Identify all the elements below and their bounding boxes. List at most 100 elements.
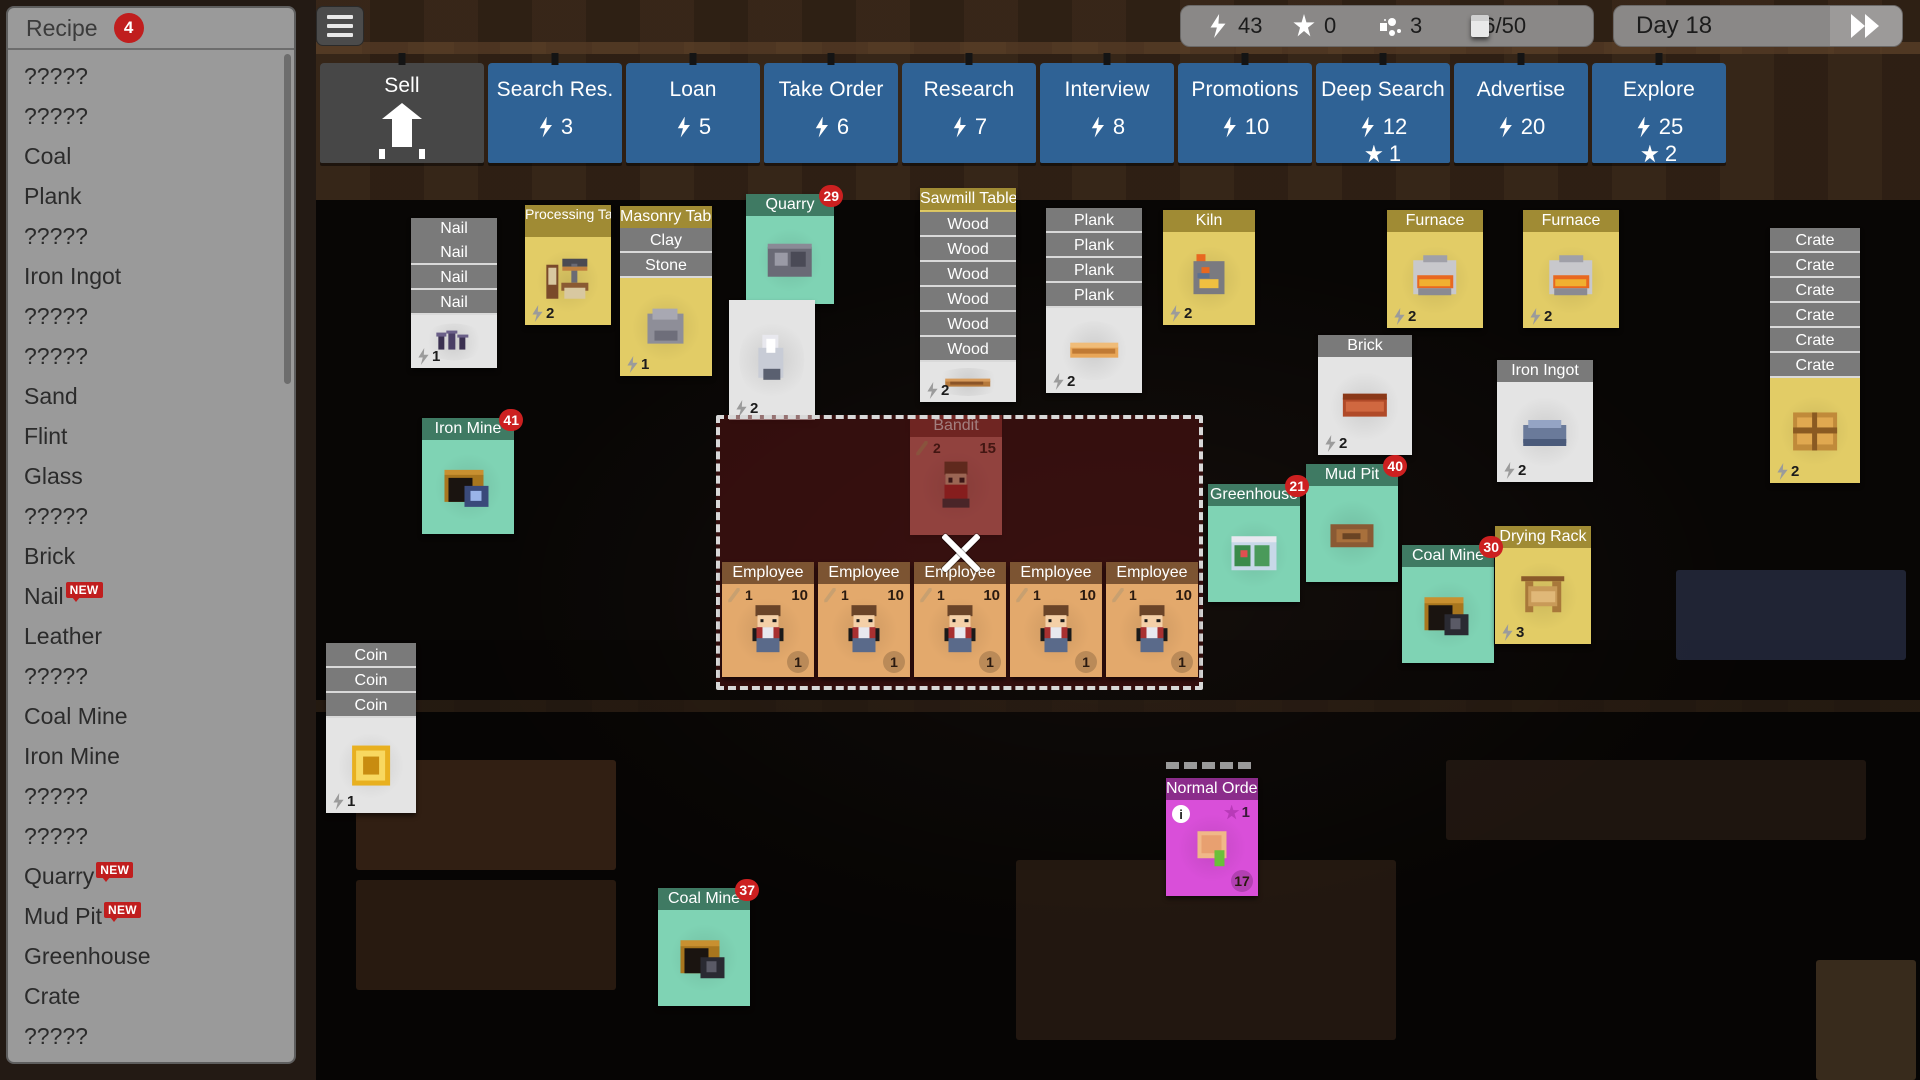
card-wood-stack[interactable]: Wood Wood Wood Wood Wood Wood 2 (920, 212, 1016, 402)
card-flint-card[interactable]: 2 (729, 300, 815, 420)
card-badge: 30 (1479, 536, 1503, 558)
card-nail-stack[interactable]: Nail Nail Nail Nail 1 (411, 218, 497, 368)
card-employee[interactable]: Employee 1 10 1 (722, 562, 814, 677)
recipe-item[interactable]: Greenhouse (24, 936, 294, 976)
card-stack-row[interactable]: Wood (920, 237, 1016, 262)
recipe-item[interactable]: Iron Mine (24, 736, 294, 776)
action-button-advertise[interactable]: Advertise 20 (1454, 63, 1588, 163)
card-stack-row[interactable]: Wood (920, 212, 1016, 237)
recipe-item[interactable]: Nail NEW (24, 576, 294, 616)
action-button-search-res[interactable]: Search Res. 3 (488, 63, 622, 163)
card-mud-pit[interactable]: 40 Mud Pit (1306, 455, 1407, 582)
card-coin-stack[interactable]: Coin Coin Coin 1 (326, 643, 416, 813)
menu-button[interactable] (316, 6, 364, 46)
card-coal-mine-2[interactable]: 37 Coal Mine (658, 879, 759, 1006)
card-stack-row[interactable]: Plank (1046, 283, 1142, 308)
action-button-deep-search[interactable]: Deep Search 12 1 (1316, 63, 1450, 166)
recipe-item[interactable]: ????? (24, 816, 294, 856)
recipe-item[interactable]: ????? (24, 216, 294, 256)
recipe-item[interactable]: Quarry NEW (24, 856, 294, 896)
recipe-item[interactable]: ????? (24, 656, 294, 696)
card-stack-row[interactable]: Crate (1770, 353, 1860, 378)
recipe-item[interactable]: Brick (24, 536, 294, 576)
card-stack-row[interactable]: Wood (920, 262, 1016, 287)
card-stack-row[interactable]: Crate (1770, 303, 1860, 328)
card-artwork (343, 736, 399, 795)
recipe-item[interactable]: Flint (24, 416, 294, 456)
card-stack-row[interactable]: Coin (326, 693, 416, 718)
recipe-item[interactable]: ????? (24, 56, 294, 96)
card-stack-row[interactable]: Crate (1770, 253, 1860, 278)
card-stack-row[interactable]: Crate (1770, 228, 1860, 253)
card-employee[interactable]: Employee 1 10 1 (818, 562, 910, 677)
recipe-item[interactable]: ????? (24, 96, 294, 136)
action-button-bar: Sell Search Res. 3 Loan 5 Take Order 6 Research… (320, 63, 1726, 166)
action-button-sell[interactable]: Sell (320, 63, 484, 163)
card-energy-cost: 3 (1500, 624, 1524, 641)
card-brick-card[interactable]: Brick 2 (1318, 335, 1412, 455)
card-greenhouse[interactable]: 21 Greenhouse (1208, 475, 1309, 602)
card-stack-row[interactable]: Plank (1046, 258, 1142, 283)
action-energy-value: 3 (560, 114, 574, 140)
recipe-item[interactable]: ????? (24, 336, 294, 376)
card-stack-row[interactable]: Coin (326, 668, 416, 693)
sidebar-scrollbar[interactable] (284, 54, 291, 384)
recipe-item[interactable]: ????? (24, 776, 294, 816)
fast-forward-button[interactable] (1830, 6, 1902, 46)
card-stack-row[interactable]: Wood (920, 337, 1016, 362)
card-stack-row[interactable]: Nail (411, 240, 497, 265)
card-stack-row[interactable]: Crate (1770, 328, 1860, 353)
action-button-explore[interactable]: Explore 25 2 (1592, 63, 1726, 166)
card-stack-row[interactable]: Coin (326, 643, 416, 668)
recipe-item[interactable]: Leather (24, 616, 294, 656)
recipe-item[interactable]: ????? (24, 496, 294, 536)
recipe-item[interactable]: ????? (24, 296, 294, 336)
card-employee[interactable]: Employee 1 10 1 (1010, 562, 1102, 677)
card-stack-row[interactable]: Plank (1046, 208, 1142, 233)
action-button-loan[interactable]: Loan 5 (626, 63, 760, 163)
card-body: 2 (1497, 382, 1593, 482)
card-kiln[interactable]: Kiln 2 (1163, 210, 1255, 325)
card-iron-ingot[interactable]: Iron Ingot 2 (1497, 360, 1593, 482)
card-body: 2 (1046, 308, 1142, 393)
action-button-interview[interactable]: Interview 8 (1040, 63, 1174, 163)
card-stack-row[interactable]: Plank (1046, 233, 1142, 258)
card-iron-mine-1[interactable]: 41 Iron Mine (422, 409, 523, 534)
card-crate-stack[interactable]: Crate Crate Crate Crate Crate Crate 2 (1770, 228, 1860, 483)
recipe-item[interactable]: ????? (24, 1016, 294, 1056)
card-stack-row[interactable]: Crate (1770, 278, 1860, 303)
card-furnace-2[interactable]: Furnace 2 (1523, 210, 1619, 328)
info-icon[interactable]: i (1172, 805, 1190, 823)
card-furnace-1[interactable]: Furnace 2 (1387, 210, 1483, 328)
card-drying-rack[interactable]: Drying Rack 3 (1495, 526, 1591, 644)
recipe-item[interactable]: Plank (24, 176, 294, 216)
card-plank-stack[interactable]: Plank Plank Plank Plank 2 (1046, 208, 1142, 393)
action-button-research[interactable]: Research 7 (902, 63, 1036, 163)
recipe-sidebar[interactable]: Recipe 4 ?????????? Coal Plank????? Iron In… (6, 6, 296, 1064)
recipe-item[interactable]: Mud Pit NEW (24, 896, 294, 936)
card-stack-row[interactable]: Wood (920, 287, 1016, 312)
card-processing[interactable]: Processing Table 2 (525, 205, 611, 325)
card-normal-order[interactable]: Normal Order i 1 17 (1166, 778, 1258, 896)
action-button-promotions[interactable]: Promotions 10 (1178, 63, 1312, 163)
recipe-item[interactable]: Iron Ingot (24, 256, 294, 296)
recipe-item[interactable]: Coal Mine (24, 696, 294, 736)
card-stack-row[interactable]: Wood (920, 312, 1016, 337)
card-energy-value: 2 (1544, 308, 1553, 325)
card-employee[interactable]: Employee 1 10 1 (1106, 562, 1198, 677)
card-stack-row[interactable]: Clay (620, 228, 712, 253)
card-stack-row[interactable]: Stone (620, 253, 712, 278)
card-quarry[interactable]: 29 Quarry (746, 185, 843, 304)
stat-employees: 3 (1371, 13, 1463, 39)
recipe-item[interactable]: Sand (24, 376, 294, 416)
card-masonry[interactable]: Masonry TableClayStone 1 (620, 206, 712, 376)
recipe-item[interactable]: Glass (24, 456, 294, 496)
card-employee[interactable]: Employee 1 10 1 (914, 562, 1006, 677)
action-label: Deep Search (1321, 78, 1445, 101)
action-button-take-order[interactable]: Take Order 6 (764, 63, 898, 163)
card-coal-mine-1[interactable]: 30 Coal Mine (1402, 536, 1503, 663)
card-stack-row[interactable]: Nail (411, 265, 497, 290)
card-stack-row[interactable]: Nail (411, 290, 497, 315)
recipe-item[interactable]: Coal (24, 136, 294, 176)
recipe-item[interactable]: Crate (24, 976, 294, 1016)
